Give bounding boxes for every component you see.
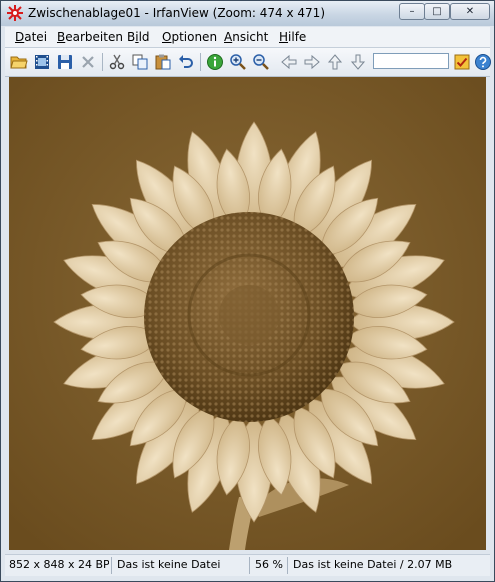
status-divider <box>111 557 112 574</box>
last-page-icon[interactable] <box>349 53 367 71</box>
delete-x-icon[interactable] <box>79 53 97 71</box>
cut-scissors-icon[interactable] <box>108 53 126 71</box>
title-bar[interactable]: Zwischenablage01 - IrfanView (Zoom: 474 … <box>1 1 494 26</box>
checkmark-settings-icon[interactable] <box>453 53 471 71</box>
page-number-input[interactable] <box>373 53 449 69</box>
status-bar: 852 x 848 x 24 BPP Das ist keine Datei 5… <box>5 554 490 576</box>
menu-bar: Datei Bearbeiten Bild Optionen Ansicht H… <box>5 27 490 48</box>
irfanview-app-icon[interactable] <box>7 5 23 21</box>
status-divider <box>287 557 288 574</box>
first-page-icon[interactable] <box>326 53 344 71</box>
status-zoom: 56 % <box>255 558 283 571</box>
info-icon[interactable] <box>206 53 224 71</box>
undo-icon[interactable] <box>177 53 195 71</box>
close-button[interactable]: ✕ <box>450 3 490 20</box>
status-divider <box>249 557 250 574</box>
irfanview-window: Zwischenablage01 - IrfanView (Zoom: 474 … <box>0 0 495 582</box>
menu-bearbeiten[interactable]: Bearbeiten <box>57 30 123 44</box>
paste-icon[interactable] <box>154 53 172 71</box>
image-viewport[interactable] <box>9 77 486 550</box>
minimize-button[interactable]: – <box>399 3 425 20</box>
open-folder-icon[interactable] <box>10 53 28 71</box>
menu-datei[interactable]: Datei <box>15 30 47 44</box>
sunflower-image <box>9 77 486 550</box>
previous-arrow-icon[interactable] <box>280 53 298 71</box>
status-file-size: Das ist keine Datei / 2.07 MB <box>293 558 453 571</box>
window-title: Zwischenablage01 - IrfanView (Zoom: 474 … <box>28 6 325 20</box>
help-icon[interactable] <box>474 53 492 71</box>
zoom-in-icon[interactable] <box>229 53 247 71</box>
maximize-button[interactable]: □ <box>424 3 450 20</box>
next-arrow-icon[interactable] <box>303 53 321 71</box>
status-image-dimensions: 852 x 848 x 24 BPP <box>9 558 109 571</box>
save-disk-icon[interactable] <box>56 53 74 71</box>
copy-icon[interactable] <box>131 53 149 71</box>
menu-ansicht[interactable]: Ansicht <box>224 30 268 44</box>
status-file-state: Das ist keine Datei <box>117 558 221 571</box>
toolbar-separator <box>102 53 103 71</box>
zoom-out-icon[interactable] <box>252 53 270 71</box>
menu-hilfe[interactable]: Hilfe <box>279 30 306 44</box>
toolbar-separator <box>200 53 201 71</box>
menu-bild[interactable]: Bild <box>127 30 150 44</box>
menu-optionen[interactable]: Optionen <box>162 30 217 44</box>
slideshow-filmstrip-icon[interactable] <box>33 53 51 71</box>
toolbar <box>5 48 492 77</box>
